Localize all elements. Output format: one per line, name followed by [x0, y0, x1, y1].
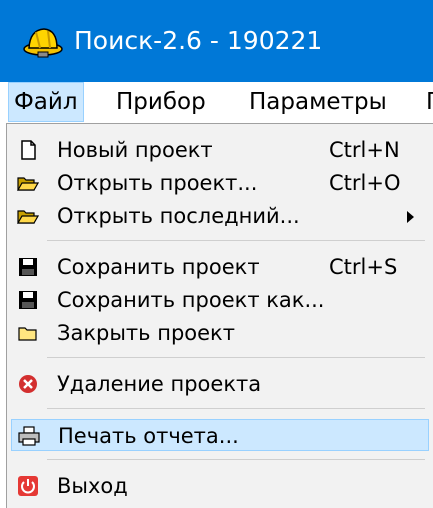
menu-item-label: Сохранить проект — [57, 255, 260, 279]
menu-parameters[interactable]: Параметры — [243, 82, 393, 122]
power-icon — [18, 476, 38, 496]
title-bar[interactable]: Поиск-2.6 - 190221 — [0, 0, 433, 82]
menu-item-shortcut: Ctrl+N — [329, 138, 400, 162]
hard-hat-icon — [23, 28, 63, 58]
menu-item-shortcut: Ctrl+S — [329, 255, 398, 279]
menu-item-shortcut: Ctrl+O — [329, 171, 401, 195]
menu-item-exit[interactable]: Выход — [11, 470, 429, 502]
submenu-arrow-icon — [407, 211, 414, 223]
menu-separator — [47, 240, 425, 241]
menu-item-label: Печать отчета... — [58, 424, 239, 448]
menu-item-label: Закрыть проект — [57, 321, 235, 345]
menu-item-save-project[interactable]: Сохранить проект Ctrl+S — [11, 251, 429, 283]
menu-item-label: Выход — [57, 474, 128, 498]
red-x-icon — [19, 375, 37, 393]
menu-device[interactable]: Прибор — [110, 82, 212, 122]
open-folder-icon — [17, 210, 39, 224]
menu-item-print-report[interactable]: Печать отчета... — [11, 419, 429, 451]
closed-folder-icon — [18, 327, 37, 341]
menu-separator — [47, 459, 425, 460]
menu-item-open-recent[interactable]: Открыть последний... — [11, 200, 429, 232]
menu-item-label: Удаление проекта — [57, 372, 262, 396]
window-title: Поиск-2.6 - 190221 — [74, 26, 323, 55]
menu-item-label: Открыть последний... — [57, 204, 300, 228]
new-document-icon — [21, 140, 36, 160]
floppy-disk-icon — [19, 258, 37, 276]
menu-item-new-project[interactable]: Новый проект Ctrl+N — [11, 134, 429, 166]
menu-item-close-project[interactable]: Закрыть проект — [11, 317, 429, 349]
menu-item-label: Открыть проект... — [57, 171, 258, 195]
menu-separator — [47, 408, 425, 409]
menu-bar: Файл Прибор Параметры П — [0, 82, 433, 122]
printer-icon — [18, 426, 40, 446]
menu-item-label: Новый проект — [57, 138, 213, 162]
menu-item-save-project-as[interactable]: Сохранить проект как... — [11, 284, 429, 316]
file-menu-dropdown: Новый проект Ctrl+N Открыть проект... Ct… — [6, 123, 433, 508]
menu-item-delete-project[interactable]: Удаление проекта — [11, 368, 429, 400]
open-folder-icon — [17, 177, 39, 191]
menu-item-open-project[interactable]: Открыть проект... Ctrl+O — [11, 167, 429, 199]
floppy-disk-icon — [19, 291, 37, 309]
menu-file[interactable]: Файл — [8, 82, 84, 122]
menu-separator — [47, 357, 425, 358]
menu-next-truncated[interactable]: П — [420, 82, 433, 122]
menu-item-label: Сохранить проект как... — [57, 288, 325, 312]
